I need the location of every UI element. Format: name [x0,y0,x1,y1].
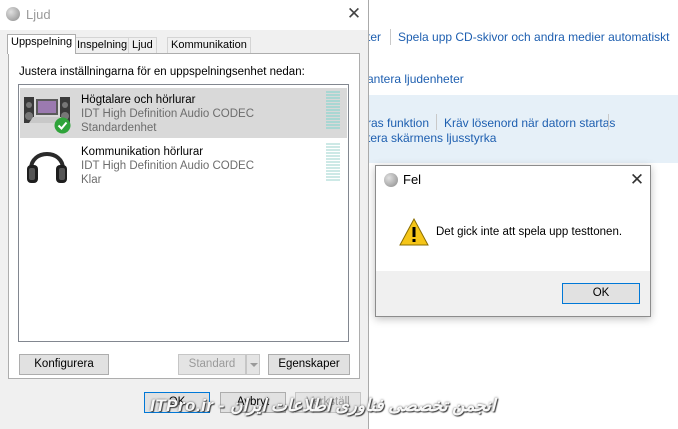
warning-icon [399,218,429,246]
sound-dialog: Ljud ✕ Uppspelning Inspelning Ljud Kommu… [0,0,369,429]
device-status: Standardenhet [81,122,157,134]
watermark-text: ITPro.ir - انجمن تخصصی فناوری اطلاعات ای… [150,396,496,415]
link-autoplay[interactable]: Spela upp CD-skivor och andra medier aut… [398,30,669,44]
separator [608,114,609,130]
separator [436,114,437,130]
close-icon[interactable]: ✕ [626,169,648,191]
link-require-password[interactable]: Kräv lösenord när datorn startas [444,116,615,130]
properties-button[interactable]: Egenskaper [268,354,350,375]
headphones-icon [27,152,67,183]
device-item-speakers[interactable]: Högtalare och hörlurar IDT High Definiti… [20,88,347,138]
tab-sounds[interactable]: Ljud [128,37,157,53]
sound-dialog-titlebar[interactable]: Ljud ✕ [0,0,368,30]
tab-communications[interactable]: Kommunikation [167,37,251,53]
link-manage-audio-devices[interactable]: antera ljudenheter [367,72,464,86]
link-screen-brightness[interactable]: tera skärmens ljusstyrka [367,131,496,145]
green-check-icon [54,117,71,134]
error-dialog-footer: OK [376,271,650,316]
tab-recording[interactable]: Inspelning [73,37,132,53]
volume-level-meter [326,91,340,130]
set-default-dropdown-icon[interactable] [246,354,260,375]
device-driver: IDT High Definition Audio CODEC [81,108,254,120]
device-name: Högtalare och hörlurar [81,94,196,106]
error-message: Det gick inte att spela upp testtonen. [436,226,623,238]
instruction-text: Justera inställningarna för en uppspelni… [19,66,305,78]
separator [390,29,391,45]
link-power-function[interactable]: ras funktion [367,116,429,130]
link-partial[interactable]: ter [367,30,381,44]
volume-level-meter [326,143,340,182]
speaker-app-icon [384,173,398,187]
close-icon[interactable]: ✕ [342,3,366,25]
playback-device-list[interactable]: Högtalare och hörlurar IDT High Definiti… [18,84,349,342]
tab-playback[interactable]: Uppspelning [7,34,77,54]
configure-button[interactable]: Konfigurera [19,354,109,375]
error-dialog-title: Fel [403,172,422,187]
error-ok-button[interactable]: OK [562,283,640,304]
device-item-headphones[interactable]: Kommunikation hörlurar IDT High Definiti… [20,140,347,190]
device-driver: IDT High Definition Audio CODEC [81,160,254,172]
speaker-app-icon [6,7,20,21]
sound-dialog-title: Ljud [26,7,51,22]
error-dialog: Fel ✕ Det gick inte att spela upp testto… [375,165,651,317]
error-dialog-titlebar[interactable]: Fel ✕ [376,166,650,194]
device-name: Kommunikation hörlurar [81,146,204,158]
device-status: Klar [81,174,102,186]
set-default-button[interactable]: Standard [178,354,246,375]
